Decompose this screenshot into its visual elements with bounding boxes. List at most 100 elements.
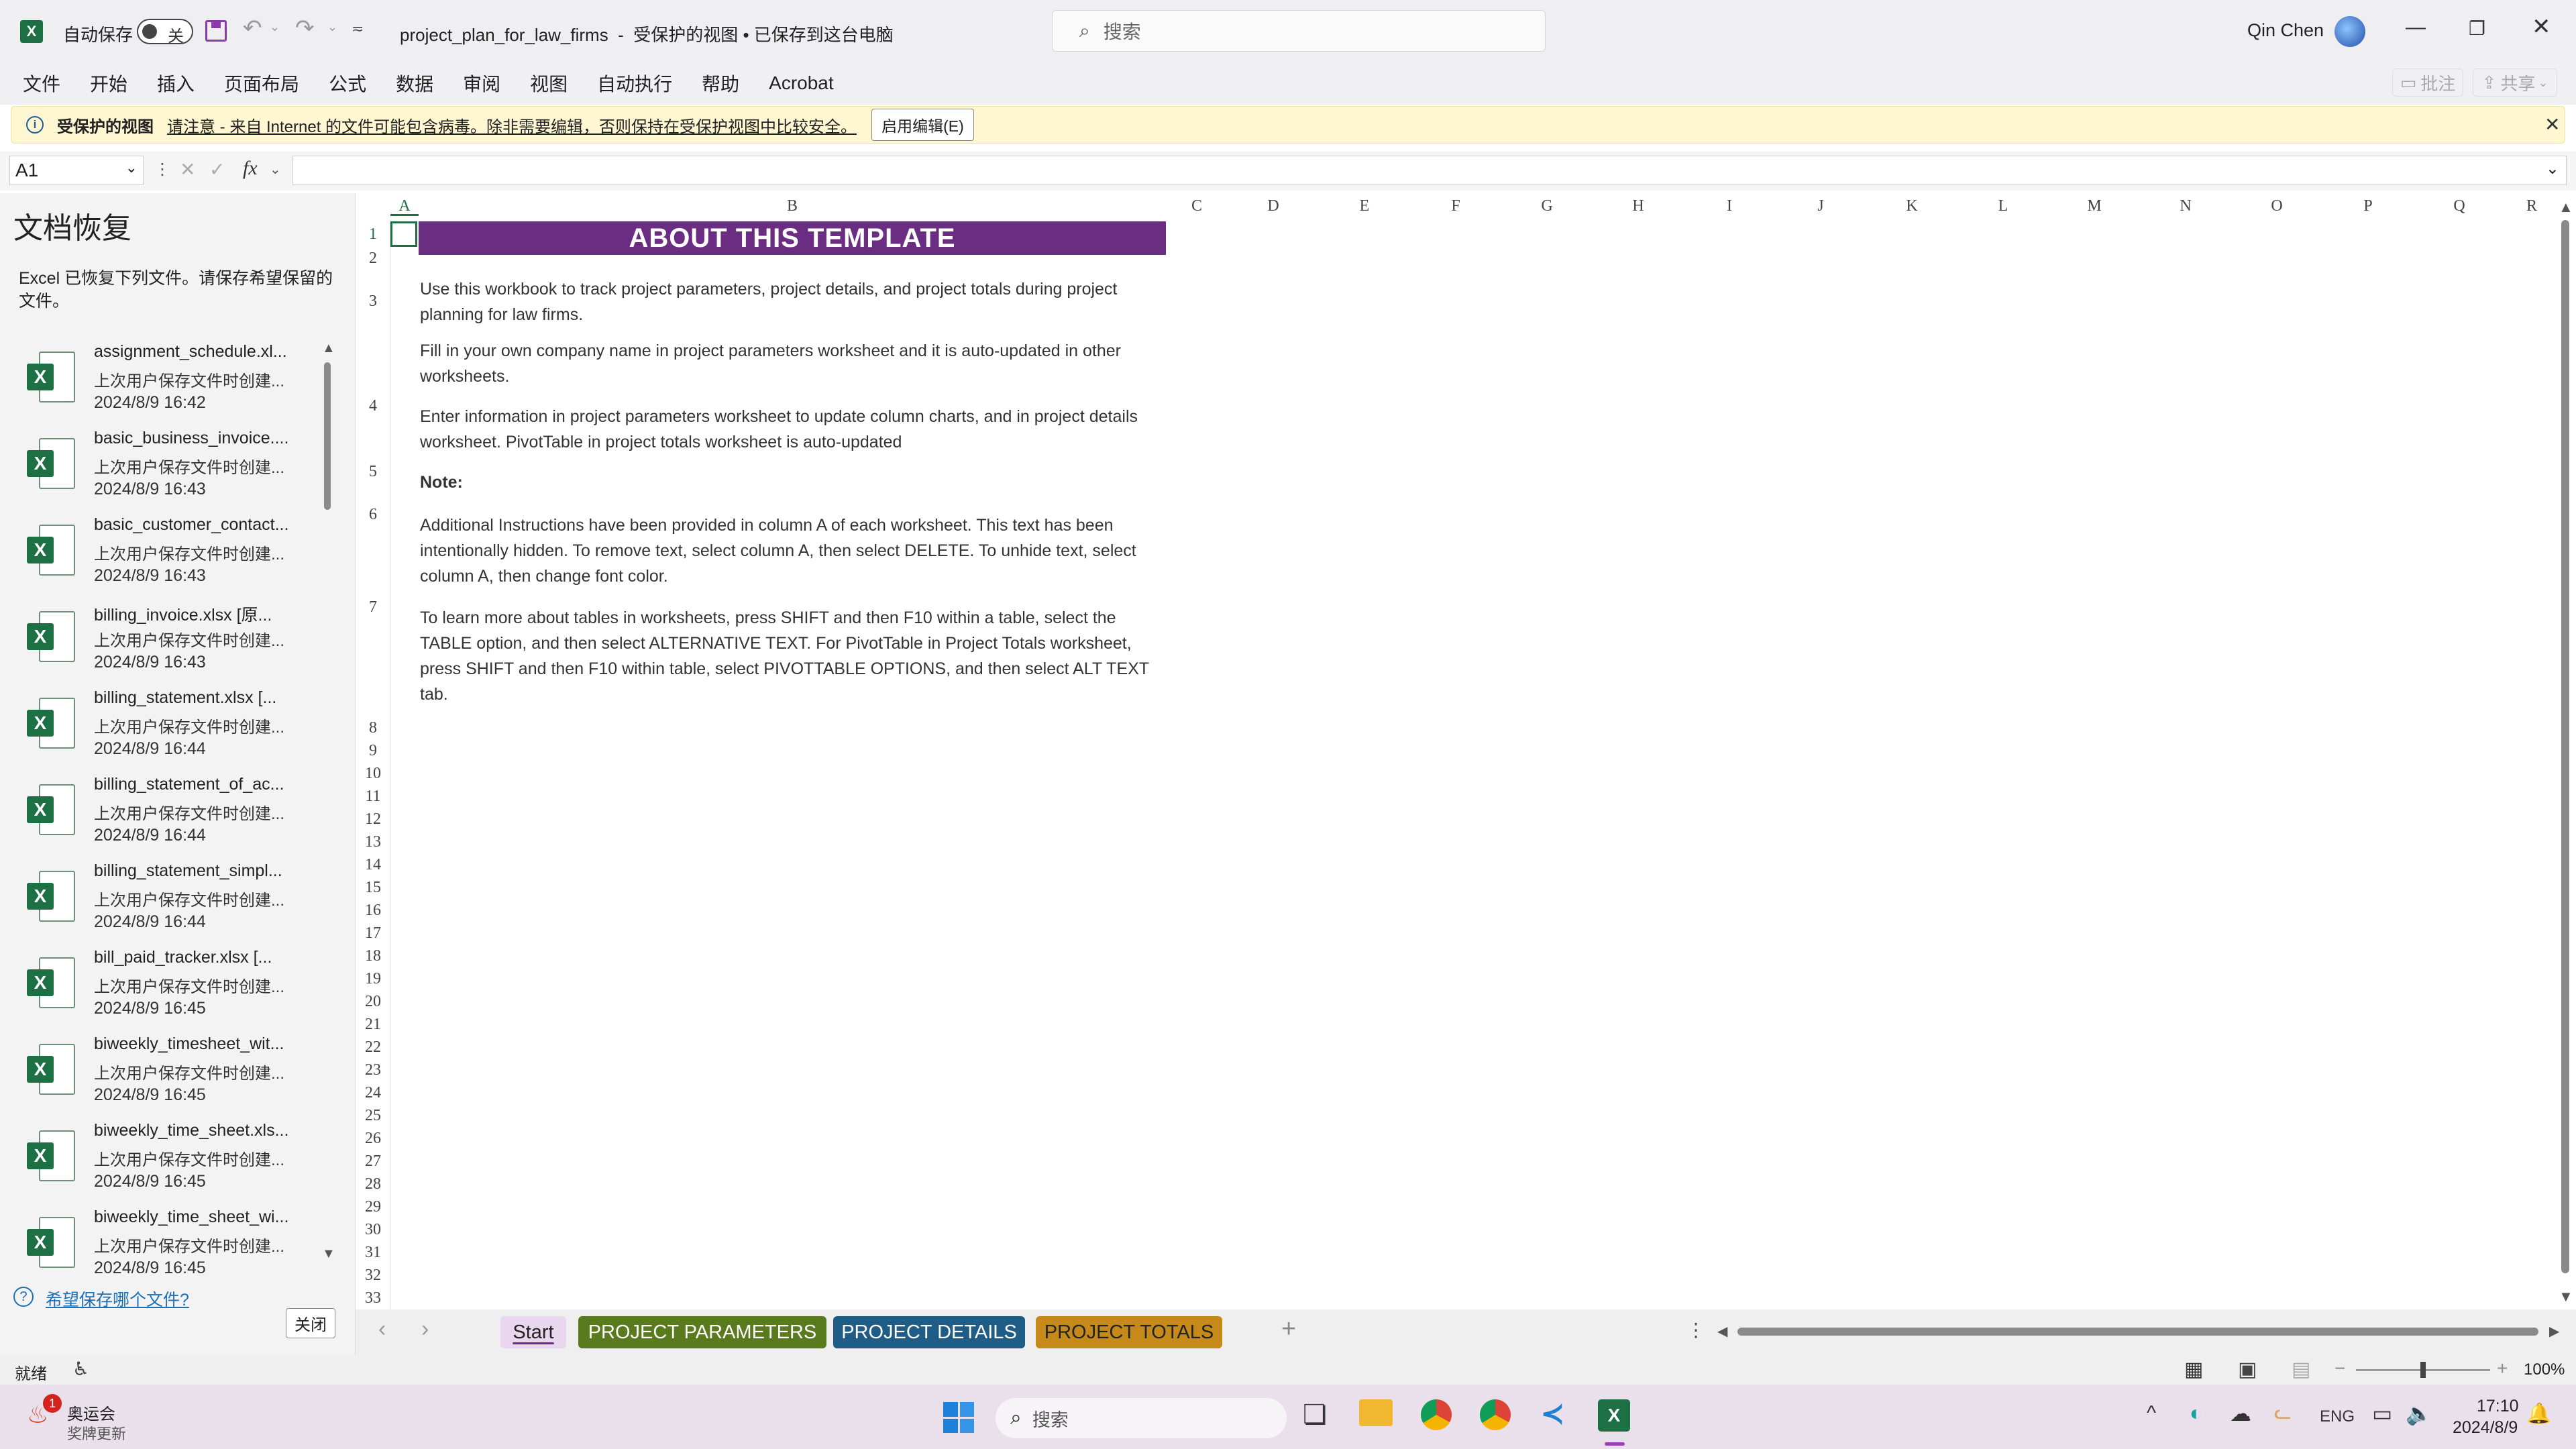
save-icon[interactable]	[205, 20, 227, 42]
fx-dropdown-icon[interactable]: ⌄	[270, 161, 281, 178]
close-infobar-icon[interactable]: ✕	[2544, 113, 2560, 136]
undo-icon[interactable]: ↶	[243, 15, 262, 42]
add-sheet-icon[interactable]: +	[1281, 1315, 1296, 1344]
comments-button[interactable]: ▭ 批注	[2392, 68, 2463, 97]
file-explorer-icon[interactable]	[1359, 1399, 1393, 1426]
taskbar-search[interactable]: ⌕ 搜索	[996, 1398, 1287, 1438]
zoom-thumb[interactable]	[2420, 1362, 2426, 1378]
column-header-q[interactable]: Q	[2414, 197, 2505, 216]
which-files-link[interactable]: 希望保存哪个文件?	[46, 1287, 189, 1311]
menu-page-layout[interactable]: 页面布局	[224, 70, 299, 97]
row-header[interactable]: 28	[356, 1175, 390, 1193]
task-view-icon[interactable]: ❏	[1303, 1399, 1327, 1430]
column-header-e[interactable]: E	[1319, 197, 1410, 216]
page-layout-view-icon[interactable]: ▣	[2238, 1358, 2257, 1381]
column-header-p[interactable]: P	[2322, 197, 2414, 216]
scroll-up-icon[interactable]: ▲	[322, 341, 335, 356]
recovery-file-item[interactable]: Xbilling_statement_of_ac... 上次用户保存文件时创建..…	[0, 773, 335, 860]
vscroll-up-icon[interactable]: ▲	[2559, 199, 2573, 216]
row-header[interactable]: 21	[356, 1016, 390, 1034]
vscode-icon[interactable]: ≺	[1540, 1397, 1565, 1431]
recovery-file-item[interactable]: Xbilling_invoice.xlsx [原... 上次用户保存文件时创建..…	[0, 600, 335, 687]
restore-icon[interactable]: ❐	[2469, 17, 2485, 40]
edge-tray-icon[interactable]: ◐	[2190, 1401, 2202, 1426]
scroll-down-icon[interactable]: ▼	[322, 1246, 335, 1262]
prev-sheet-icon[interactable]: ‹	[378, 1316, 386, 1342]
recovery-list[interactable]: Xassignment_schedule.xl... 上次用户保存文件时创建...…	[0, 341, 335, 1449]
hscroll-thumb[interactable]	[1737, 1328, 2538, 1336]
menu-review[interactable]: 审阅	[463, 70, 500, 97]
row-header[interactable]: 22	[356, 1038, 390, 1057]
row-header[interactable]: 16	[356, 902, 390, 920]
protected-view-message[interactable]: 请注意 - 来自 Internet 的文件可能包含病毒。除非需要编辑，否则保持在…	[167, 113, 857, 137]
row-header[interactable]: 17	[356, 924, 390, 943]
menu-home[interactable]: 开始	[90, 70, 127, 97]
recovery-close-button[interactable]: 关闭	[286, 1308, 335, 1338]
column-header-g[interactable]: G	[1501, 197, 1593, 216]
row-header[interactable]: 6	[356, 506, 390, 524]
menu-view[interactable]: 视图	[530, 70, 568, 97]
menu-insert[interactable]: 插入	[157, 70, 195, 97]
formula-input[interactable]: ⌄	[292, 156, 2567, 185]
title-dropdown-icon[interactable]: ⌄	[876, 19, 890, 38]
recovery-file-item[interactable]: Xbill_paid_tracker.xlsx [... 上次用户保存文件时创建.…	[0, 947, 335, 1033]
tray-overflow-icon[interactable]: ^	[2147, 1402, 2156, 1425]
row-header[interactable]: 32	[356, 1267, 390, 1285]
tab-project-totals[interactable]: PROJECT TOTALS	[1036, 1316, 1222, 1348]
column-header-l[interactable]: L	[1957, 197, 2049, 216]
next-sheet-icon[interactable]: ›	[421, 1316, 429, 1342]
row-header[interactable]: 33	[356, 1289, 390, 1307]
recovery-file-item[interactable]: Xbasic_business_invoice.... 上次用户保存文件时创建..…	[0, 427, 335, 514]
hscroll-left-icon[interactable]: ◀	[1717, 1323, 1727, 1340]
hscroll-right-icon[interactable]: ▶	[2549, 1323, 2559, 1340]
column-header-r[interactable]: R	[2505, 197, 2559, 216]
insert-function-icon[interactable]: fx	[243, 157, 258, 180]
row-header[interactable]: 15	[356, 879, 390, 897]
horizontal-scrollbar[interactable]: ◀ ▶	[1717, 1322, 2569, 1342]
zoom-out-icon[interactable]: −	[2334, 1358, 2345, 1379]
tab-project-parameters[interactable]: PROJECT PARAMETERS	[578, 1316, 826, 1348]
recovery-file-item[interactable]: Xassignment_schedule.xl... 上次用户保存文件时创建...…	[0, 341, 335, 427]
close-window-icon[interactable]: ✕	[2532, 13, 2551, 40]
row-header[interactable]: 2	[356, 250, 390, 268]
worksheet-grid[interactable]: ABCDEFGHIJKLMNOPQR 1 2 3 4 5 6 7 8 9 10 11 12 13 14 15…	[356, 193, 2576, 1330]
menu-data[interactable]: 数据	[396, 70, 433, 97]
vscroll-down-icon[interactable]: ▼	[2559, 1288, 2573, 1305]
chrome-profile-q-icon[interactable]	[1421, 1399, 1452, 1430]
paragraph-4[interactable]: Additional Instructions have been provid…	[420, 513, 1165, 589]
volume-icon[interactable]: 🔈	[2406, 1401, 2432, 1426]
recovery-file-item[interactable]: Xbilling_statement.xlsx [... 上次用户保存文件时创建.…	[0, 687, 335, 773]
row-header[interactable]: 1	[356, 225, 390, 244]
excel-taskbar-icon[interactable]: X	[1598, 1399, 1630, 1432]
menu-automate[interactable]: 自动执行	[597, 70, 672, 97]
vertical-scrollbar[interactable]: ▲ ▼	[2557, 193, 2573, 1309]
paragraph-1[interactable]: Use this workbook to track project param…	[420, 276, 1165, 327]
cat-tray-icon[interactable]: ᓚ	[2274, 1401, 2292, 1424]
paragraph-5[interactable]: To learn more about tables in worksheets…	[420, 605, 1165, 707]
tab-project-details[interactable]: PROJECT DETAILS	[833, 1316, 1025, 1348]
note-label[interactable]: Note:	[420, 470, 1165, 495]
row-header[interactable]: 9	[356, 742, 390, 760]
redo-dropdown-icon[interactable]: ⌄	[327, 20, 337, 34]
row-header[interactable]: 12	[356, 810, 390, 828]
column-header-b[interactable]: B	[419, 197, 1166, 216]
notifications-icon[interactable]: 🔔	[2526, 1402, 2551, 1426]
about-heading[interactable]: ABOUT THIS TEMPLATE	[419, 221, 1166, 255]
search-box[interactable]: ⌕ 搜索	[1052, 10, 1546, 52]
column-header-j[interactable]: J	[1775, 197, 1866, 216]
row-header[interactable]: 26	[356, 1130, 390, 1148]
tab-start[interactable]: Start	[500, 1316, 566, 1348]
network-icon[interactable]: ▭	[2372, 1401, 2392, 1426]
document-title[interactable]: project_plan_for_law_firms - 受保护的视图 • 已保…	[400, 21, 894, 46]
row-header[interactable]: 4	[356, 397, 390, 415]
row-header[interactable]: 29	[356, 1198, 390, 1216]
accessibility-icon[interactable]: ♿	[72, 1358, 89, 1380]
clock-time[interactable]: 17:10	[2477, 1397, 2519, 1416]
page-break-view-icon[interactable]: ▤	[2292, 1358, 2310, 1381]
row-header[interactable]: 8	[356, 719, 390, 737]
row-header[interactable]: 11	[356, 788, 390, 806]
column-header-k[interactable]: K	[1866, 197, 1957, 216]
paragraph-2[interactable]: Fill in your own company name in project…	[420, 338, 1165, 389]
row-header[interactable]: 20	[356, 993, 390, 1011]
column-header-a[interactable]: A	[390, 197, 419, 216]
